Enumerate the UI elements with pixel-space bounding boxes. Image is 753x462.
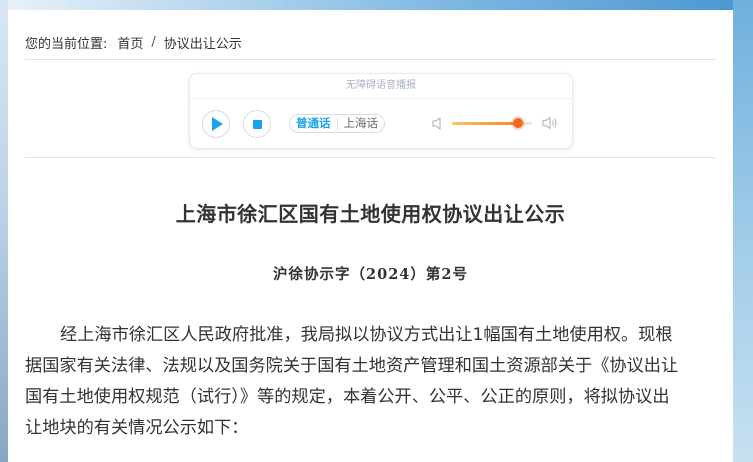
notice-body-line: 让地块的有关情况公示如下： [25, 418, 249, 438]
volume-slider-fill [452, 122, 518, 125]
divider-top [25, 59, 716, 60]
breadcrumb-home-link[interactable]: 首页 [117, 33, 143, 52]
divider-bottom [25, 157, 716, 158]
background-left [0, 0, 8, 462]
language-option-mandarin[interactable]: 普通话 [290, 115, 337, 132]
breadcrumb-prefix: 您的当前位置: [25, 37, 108, 52]
breadcrumb-current-link[interactable]: 协议出让公示 [164, 33, 242, 52]
volume-slider[interactable] [452, 118, 532, 128]
background-right [733, 0, 753, 462]
language-option-shanghainese[interactable]: 上海话 [338, 115, 385, 132]
notice-body: 经上海市徐汇区人民政府批准，我局拟以协议方式出让1幅国有土地使用权。现根 据国家… [25, 320, 733, 444]
breadcrumb-separator: / [151, 35, 156, 50]
stop-icon [252, 119, 262, 129]
content-panel: 您的当前位置: 首页 / 协议出让公示 无障碍语音播报 普通话 上海话 上海市徐… [8, 10, 733, 462]
notice-body-line: 国有土地使用权规范（试行）》等的规定，本着公开、公平、公正的原则，将拟协议出 [25, 387, 670, 407]
stop-button[interactable] [243, 110, 271, 138]
notice-doc-number: 沪徐协示字（2024）第2号 [273, 266, 468, 283]
player-controls: 普通话 上海话 [190, 99, 572, 148]
play-icon [212, 117, 223, 131]
volume-low-icon[interactable] [431, 116, 445, 135]
notice-body-line: 经上海市徐汇区人民政府批准，我局拟以协议方式出让1幅国有土地使用权。现根 [60, 325, 673, 345]
volume-high-icon[interactable] [541, 115, 559, 135]
player-header: 无障碍语音播报 [190, 74, 572, 99]
notice-title: 上海市徐汇区国有土地使用权协议出让公示 [175, 202, 566, 226]
play-button[interactable] [202, 110, 230, 138]
breadcrumb: 您的当前位置: 首页 / 协议出让公示 [25, 33, 242, 52]
language-toggle: 普通话 上海话 [289, 114, 385, 133]
volume-slider-knob[interactable] [512, 118, 523, 128]
audio-player: 无障碍语音播报 普通话 上海话 [189, 73, 573, 149]
background-top [0, 0, 753, 10]
notice-body-line: 据国家有关法律、法规以及国务院关于国有土地资产管理和国土资源部关于《协议出让 [25, 356, 679, 376]
